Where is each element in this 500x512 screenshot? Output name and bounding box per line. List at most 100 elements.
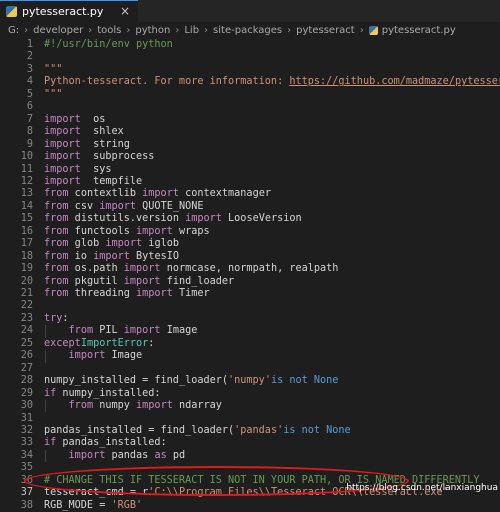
code-text: from io import BytesIO	[44, 251, 179, 263]
code-token: """	[44, 63, 63, 75]
code-token: import	[105, 238, 143, 250]
line-number: 12	[20, 175, 33, 187]
code-line[interactable]: 2	[0, 51, 500, 63]
breadcrumb-item[interactable]: site-packages	[213, 25, 282, 36]
breadcrumb-separator-icon: ›	[359, 25, 364, 36]
breadcrumb-item[interactable]: python	[135, 25, 170, 36]
code-token: Timer	[172, 288, 210, 299]
code-token: shlex	[80, 126, 124, 138]
code-line[interactable]: 18 from io import BytesIO	[0, 251, 500, 263]
code-token: if	[44, 387, 57, 399]
code-line[interactable]: 27	[0, 363, 500, 375]
code-token: except	[44, 337, 81, 349]
code-line[interactable]: 16 from functools import wraps	[0, 226, 500, 238]
code-token: from	[44, 225, 69, 237]
code-text: from os.path import normcase, normpath, …	[44, 263, 338, 275]
code-token: :	[148, 337, 155, 349]
code-line[interactable]: 23 try:	[0, 313, 500, 325]
line-number: 25	[20, 337, 33, 349]
code-token: :	[62, 312, 69, 324]
code-line[interactable]: 5 """	[0, 89, 500, 101]
line-number: 38	[20, 499, 33, 511]
code-text: import os	[44, 114, 105, 126]
code-token: ImportError	[80, 337, 149, 349]
code-line[interactable]: 31	[0, 413, 500, 425]
code-line[interactable]: 34 import pandas as pd	[0, 449, 500, 463]
line-number: 20	[20, 275, 33, 287]
line-number: 13	[20, 188, 33, 200]
code-line[interactable]: 38 RGB_MODE = 'RGB'	[0, 500, 500, 512]
code-line[interactable]: 1 #!/usr/bin/env python	[0, 39, 500, 51]
code-token: is not None	[270, 375, 339, 387]
code-line[interactable]: 3 """	[0, 64, 500, 76]
code-text: try:	[44, 313, 69, 325]
breadcrumb-item[interactable]: developer	[33, 25, 83, 36]
code-token: from	[44, 238, 69, 250]
code-line[interactable]: 26 import Image	[0, 350, 500, 363]
close-icon[interactable]: ×	[120, 4, 130, 18]
code-text: from numpy import ndarray	[44, 400, 222, 412]
code-line[interactable]: 9 import string	[0, 139, 500, 151]
code-line[interactable]: 11 import sys	[0, 164, 500, 176]
code-token: from	[68, 400, 94, 412]
breadcrumb-item[interactable]: tools	[97, 25, 121, 36]
code-token: import	[136, 400, 173, 412]
code-token: string	[80, 138, 130, 150]
code-text: import subprocess	[44, 151, 154, 163]
code-line[interactable]: 22	[0, 300, 500, 312]
code-text: from contextlib import contextmanager	[44, 188, 271, 200]
code-token: pkgutil	[68, 275, 124, 287]
breadcrumb-item[interactable]: pytesseract.py	[382, 25, 456, 36]
breadcrumb-separator-icon: ›	[88, 25, 93, 36]
code-text: from threading import Timer	[44, 288, 210, 300]
code-line[interactable]: 24 from PIL import Image	[0, 325, 500, 338]
code-token: numpy	[93, 400, 137, 412]
code-token: distutils.version	[68, 213, 186, 225]
code-line[interactable]: 8 import shlex	[0, 126, 500, 138]
code-token: io	[68, 250, 94, 262]
code-token: import	[44, 163, 81, 175]
code-text: #!/usr/bin/env python	[44, 39, 173, 51]
breadcrumb-item[interactable]: Lib	[184, 25, 199, 36]
code-line[interactable]: 19 from os.path import normcase, normpath…	[0, 263, 500, 275]
code-line[interactable]: 14 from csv import QUOTE_NONE	[0, 201, 500, 213]
code-token: RGB_MODE =	[44, 499, 112, 511]
code-editor[interactable]: 1 #!/usr/bin/env python 2 3 """ 4 Python-tesse…	[0, 39, 500, 511]
code-token: os	[80, 113, 106, 125]
code-text: """	[44, 89, 62, 101]
code-token: subprocess	[80, 151, 155, 163]
code-token: pandas_installed:	[56, 437, 167, 449]
code-token: 'numpy'	[228, 375, 271, 387]
code-line[interactable]: 21 from threading import Timer	[0, 288, 500, 300]
code-token: find_loader	[160, 275, 235, 287]
code-line[interactable]: 30 from numpy import ndarray	[0, 400, 500, 413]
code-line[interactable]: 4 Python-tesseract. For more information:…	[0, 76, 500, 88]
breadcrumb-separator-icon: ›	[24, 25, 29, 36]
code-token: import	[123, 275, 161, 287]
code-line[interactable]: 29 if numpy_installed:	[0, 388, 500, 400]
code-line[interactable]: 15 from distutils.version import LooseVer…	[0, 213, 500, 225]
breadcrumb-separator-icon: ›	[126, 25, 131, 36]
code-line[interactable]: 20 from pkgutil import find_loader	[0, 276, 500, 288]
line-number: 28	[20, 375, 33, 387]
code-line[interactable]: 33 if pandas_installed:	[0, 437, 500, 449]
code-line[interactable]: 7 import os	[0, 114, 500, 126]
code-line[interactable]: 10 import subprocess	[0, 151, 500, 163]
code-line[interactable]: 28 numpy_installed = find_loader('numpy'i…	[0, 375, 500, 387]
code-text: exceptImportError:	[44, 338, 154, 350]
breadcrumb-item[interactable]: G:	[8, 25, 19, 36]
code-token: import	[93, 250, 130, 262]
code-line[interactable]: 32 pandas_installed = find_loader('pandas…	[0, 425, 500, 437]
tab-pytesseract[interactable]: pytesseract.py ×	[0, 0, 138, 22]
code-line[interactable]: 13 from contextlib import contextmanager	[0, 188, 500, 200]
code-line[interactable]: 12 import tempfile	[0, 176, 500, 188]
line-number: 2	[26, 51, 33, 63]
breadcrumb-item[interactable]: pytesseract	[296, 25, 355, 36]
code-token: import	[68, 350, 106, 362]
code-line[interactable]: 6	[0, 101, 500, 113]
code-line[interactable]: 25 exceptImportError:	[0, 338, 500, 350]
code-line[interactable]: 17 from glob import iglob	[0, 238, 500, 250]
